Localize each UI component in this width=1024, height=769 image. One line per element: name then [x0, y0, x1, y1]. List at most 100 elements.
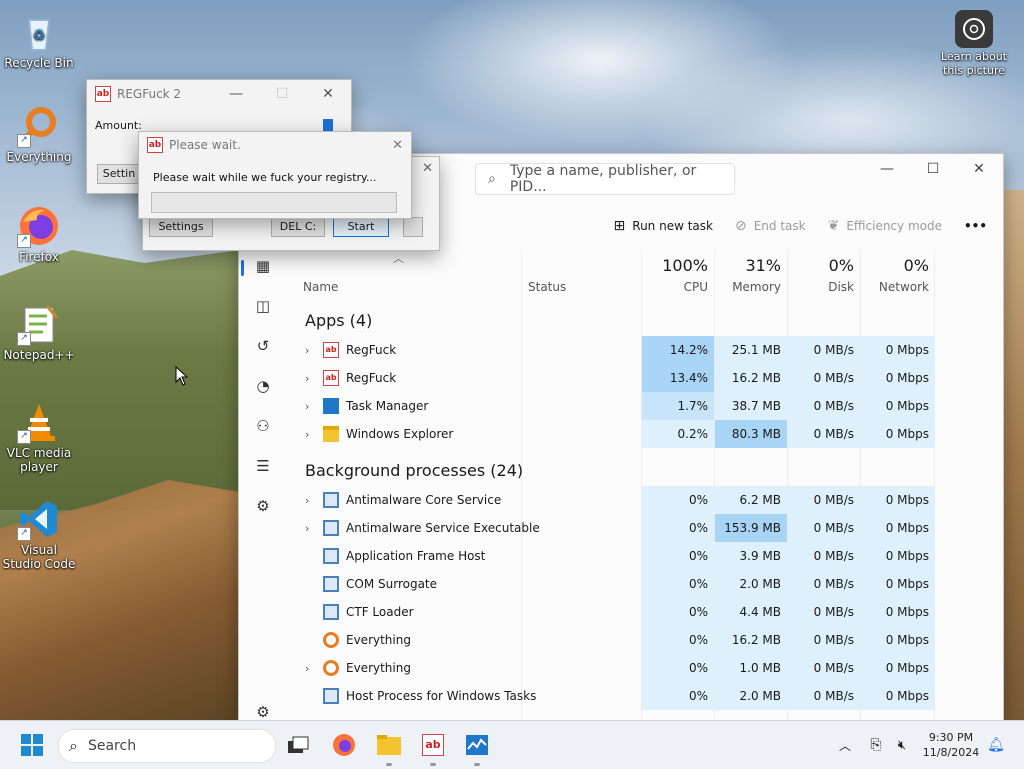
column-status[interactable]: Status [528, 280, 566, 294]
maximize-button[interactable]: ☐ [910, 154, 956, 184]
amount-label: Amount: [95, 119, 142, 132]
desktop-icon-notepad-plus-plus[interactable]: ↗ Notepad++ [1, 302, 77, 362]
settings-button[interactable]: Settings [149, 217, 213, 237]
process-row[interactable]: COM Surrogate 0% 2.0 MB 0 MB/s 0 Mbps [287, 570, 987, 598]
background-section-header[interactable]: Background processes (24) [305, 461, 523, 480]
disk-cell: 0 MB/s [788, 514, 860, 542]
more-options-button[interactable]: ••• [964, 219, 987, 233]
column-memory[interactable]: 31% Memory [715, 250, 787, 300]
process-row[interactable]: › Antimalware Core Service 0% 6.2 MB 0 MB/s 0… [287, 486, 987, 514]
maximize-button[interactable]: ☐ [259, 80, 305, 108]
desktop-icon-vlc[interactable]: ↗ VLC media player [1, 400, 77, 474]
apps-section-header[interactable]: Apps (4) [305, 311, 372, 330]
nav-settings[interactable]: ⚙ [253, 702, 273, 722]
task-view-button[interactable] [282, 729, 314, 761]
process-row[interactable]: › Windows Explorer 0.2% 80.3 MB 0 MB/s 0 Mbps [287, 420, 987, 448]
delete-c-button[interactable]: DEL C: [271, 217, 325, 237]
column-disk[interactable]: 0% Disk [788, 250, 860, 300]
minimize-button[interactable]: — [864, 154, 910, 184]
cpu-cell: 0% [642, 486, 714, 514]
start-button[interactable]: Start [333, 217, 389, 237]
chevron-right-icon[interactable]: › [305, 400, 323, 413]
chevron-right-icon[interactable]: › [305, 662, 323, 675]
disk-cell: 0 MB/s [788, 486, 860, 514]
desktop-icon-everything[interactable]: ↗ Everything [1, 104, 77, 164]
running-indicator [430, 763, 436, 766]
close-icon[interactable]: ✕ [392, 138, 403, 153]
search-icon: ⌕ [488, 171, 496, 187]
firefox-icon [333, 734, 355, 756]
process-row[interactable]: › ab RegFuck 14.2% 25.1 MB 0 MB/s 0 Mbps [287, 336, 987, 364]
please-wait-dialog: ab Please wait. ✕ Please wait while we f… [138, 131, 412, 219]
nav-processes[interactable]: ▦ [253, 256, 273, 276]
firefox-icon: ↗ [17, 204, 61, 248]
nav-details[interactable]: ☰ [253, 456, 273, 476]
desktop-icon-vscode[interactable]: ↗ Visual Studio Code [1, 497, 77, 571]
column-name[interactable]: Name [303, 280, 338, 294]
chevron-right-icon[interactable]: › [305, 344, 323, 357]
start-button[interactable] [16, 729, 48, 761]
nav-startup-apps[interactable]: ◔ [253, 376, 273, 396]
end-task-button[interactable]: ⊘ End task [735, 218, 806, 234]
learn-about-picture[interactable]: Learn about this picture [936, 10, 1012, 78]
chevron-up-icon: ︿ [838, 738, 851, 753]
network-cell: 0 Mbps [861, 420, 935, 448]
chevron-right-icon[interactable]: › [305, 522, 323, 535]
process-row[interactable]: › Antimalware Service Executable 0% 153.9 M… [287, 514, 987, 542]
process-search-input[interactable]: ⌕ Type a name, publisher, or PID... [475, 163, 735, 195]
running-indicator [386, 763, 392, 766]
process-row[interactable]: CTF Loader 0% 4.4 MB 0 MB/s 0 Mbps [287, 598, 987, 626]
column-network[interactable]: 0% Network [861, 250, 935, 300]
minimize-button[interactable]: — [213, 80, 259, 108]
running-indicator [474, 763, 480, 766]
process-name-cell: › Everything [305, 660, 411, 676]
extra-button[interactable] [403, 217, 423, 237]
settings-button[interactable]: Settin [97, 164, 141, 184]
disk-cell: 0 MB/s [788, 392, 860, 420]
column-cpu[interactable]: 100% CPU [642, 250, 714, 300]
taskbar-firefox[interactable] [328, 729, 360, 761]
process-row[interactable]: › Everything 0% 1.0 MB 0 MB/s 0 Mbps [287, 654, 987, 682]
process-row[interactable]: › ab RegFuck 13.4% 16.2 MB 0 MB/s 0 Mbps [287, 364, 987, 392]
chevron-right-icon[interactable]: › [305, 494, 323, 507]
chevron-right-icon[interactable]: › [305, 372, 323, 385]
show-hidden-icons-button[interactable]: ︿ [836, 721, 854, 769]
clock[interactable]: 9:30 PM 11/8/2024 [920, 721, 982, 769]
disk-cell: 0 MB/s [788, 364, 860, 392]
network-cell: 0 Mbps [861, 626, 935, 654]
amount-slider-thumb[interactable] [323, 119, 333, 131]
folder-icon [323, 426, 339, 442]
memory-cell: 2.0 MB [715, 682, 787, 710]
recycle-bin-icon: ♻ [17, 10, 61, 54]
nav-users[interactable]: ⚇ [253, 416, 273, 436]
process-row[interactable]: › Task Manager 1.7% 38.7 MB 0 MB/s 0 Mbps [287, 392, 987, 420]
network-status-button[interactable]: ⎘ [866, 721, 886, 769]
taskbar-regfuck[interactable]: ab [417, 729, 449, 761]
taskbar-search-box[interactable]: ⌕ Search [58, 729, 276, 763]
network-cell: 0 Mbps [861, 598, 935, 626]
maximize-icon: ☐ [926, 161, 940, 177]
process-row[interactable]: Application Frame Host 0% 3.9 MB 0 MB/s 0 Mb… [287, 542, 987, 570]
run-new-task-button[interactable]: ⊞ Run new task [614, 218, 713, 234]
process-row[interactable]: Everything 0% 16.2 MB 0 MB/s 0 Mbps [287, 626, 987, 654]
taskbar-task-manager[interactable] [461, 729, 493, 761]
volume-muted-icon: 🔇︎ [897, 737, 907, 753]
close-button[interactable]: ✕ [305, 80, 351, 108]
volume-button[interactable]: 🔇︎ [892, 721, 912, 769]
close-icon: ✕ [322, 86, 334, 102]
nav-app-history[interactable]: ↺ [253, 336, 273, 356]
cpu-cell: 0% [642, 542, 714, 570]
nav-performance[interactable]: ◫ [253, 296, 273, 316]
close-icon[interactable]: ✕ [422, 161, 433, 176]
process-row[interactable]: Host Process for Windows Tasks 0% 2.0 MB 0 … [287, 682, 987, 710]
memory-cell: 2.0 MB [715, 570, 787, 598]
taskbar-file-explorer[interactable] [373, 729, 405, 761]
efficiency-mode-button[interactable]: ❦ Efficiency mode [828, 218, 942, 234]
desktop-icon-recycle-bin[interactable]: ♻ Recycle Bin [1, 10, 77, 70]
close-button[interactable]: ✕ [956, 154, 1002, 184]
nav-services[interactable]: ⚙ [253, 496, 273, 516]
notifications-button[interactable]: 🔔︎ [986, 721, 1006, 769]
network-cell: 0 Mbps [861, 570, 935, 598]
desktop-icon-firefox[interactable]: ↗ Firefox [1, 204, 77, 264]
chevron-right-icon[interactable]: › [305, 428, 323, 441]
